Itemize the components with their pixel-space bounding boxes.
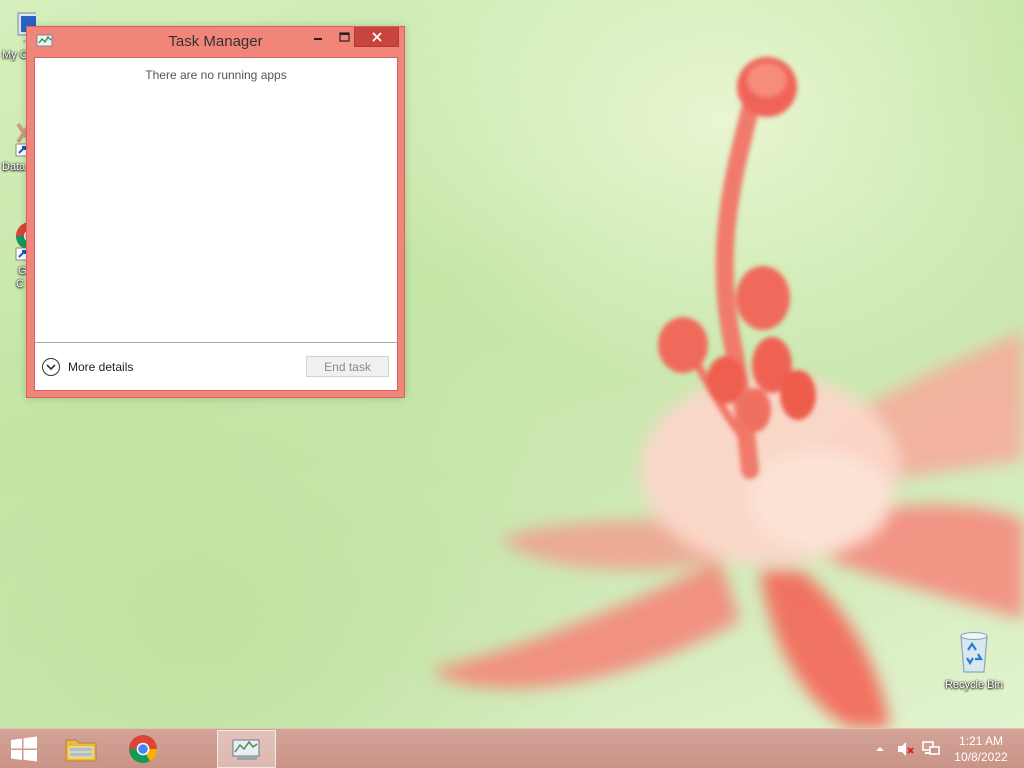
more-details-label: More details bbox=[68, 360, 134, 374]
system-clock[interactable]: 1:21 AM 10/8/2022 bbox=[950, 733, 1012, 765]
taskbar-file-explorer[interactable] bbox=[56, 730, 106, 768]
taskbar: 1:21 AM 10/8/2022 bbox=[0, 728, 1024, 768]
close-button[interactable] bbox=[354, 27, 399, 47]
app-list[interactable]: There are no running apps bbox=[35, 58, 397, 342]
chrome-icon bbox=[129, 735, 157, 763]
recycle-bin-icon bbox=[960, 632, 988, 673]
title-bar[interactable]: Task Manager bbox=[27, 27, 404, 57]
empty-state-message: There are no running apps bbox=[145, 68, 287, 82]
taskbar-google-chrome[interactable] bbox=[118, 730, 168, 768]
task-manager-footer: More details End task bbox=[35, 342, 397, 392]
chevron-down-circle-icon bbox=[42, 358, 60, 376]
minimize-icon bbox=[314, 38, 322, 40]
more-details-button[interactable]: More details bbox=[42, 357, 133, 377]
desktop-icon-label: Recycle Bin bbox=[944, 679, 1004, 691]
task-manager-window: Task Manager There are no running apps M… bbox=[26, 26, 405, 398]
clock-date: 10/8/2022 bbox=[954, 750, 1008, 764]
start-button[interactable] bbox=[0, 730, 48, 768]
clock-time: 1:21 AM bbox=[958, 734, 1004, 748]
close-icon bbox=[371, 31, 382, 42]
maximize-icon bbox=[338, 32, 350, 42]
end-task-button[interactable]: End task bbox=[306, 356, 389, 377]
task-manager-icon bbox=[232, 739, 259, 760]
desktop: My C Data G C Recycle Bin Task Manager T… bbox=[0, 0, 1024, 728]
task-manager-content: There are no running apps More details E… bbox=[34, 57, 398, 391]
minimize-button[interactable] bbox=[305, 27, 331, 47]
windows-logo-icon bbox=[11, 736, 37, 762]
show-hidden-icons-chevron-up-icon[interactable] bbox=[874, 743, 886, 755]
network-icon[interactable] bbox=[921, 740, 941, 758]
folder-icon bbox=[65, 739, 97, 762]
volume-muted-icon[interactable] bbox=[896, 740, 916, 758]
taskbar-task-manager[interactable] bbox=[217, 730, 276, 768]
desktop-icon-recycle-bin[interactable]: Recycle Bin bbox=[937, 628, 1011, 692]
